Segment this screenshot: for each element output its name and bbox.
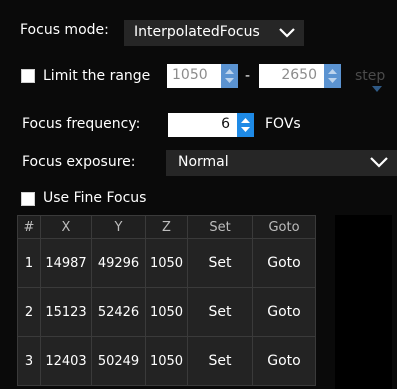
range-to-spinner[interactable]	[324, 64, 341, 88]
set-button[interactable]: Set	[187, 287, 253, 337]
fine-focus-label: Use Fine Focus	[43, 190, 147, 206]
goto-button[interactable]: Goto	[252, 238, 316, 288]
range-from-value: 1050	[172, 67, 208, 83]
table-row: 2 15123 52426 1050 Set Goto	[17, 287, 316, 337]
focus-exposure-label: Focus exposure:	[22, 154, 136, 170]
focus-settings-panel: Focus mode: InterpolatedFocus Limit the …	[0, 0, 397, 389]
column-header-y: Y	[91, 215, 146, 239]
limit-range-checkbox[interactable]	[21, 69, 35, 83]
table-row: 1 14987 49296 1050 Set Goto	[17, 238, 316, 288]
set-button[interactable]: Set	[187, 238, 253, 288]
range-from-input[interactable]: 1050	[167, 64, 238, 88]
column-header-z: Z	[145, 215, 188, 239]
goto-button[interactable]: Goto	[252, 287, 316, 337]
focus-mode-row: Focus mode: InterpolatedFocus	[0, 20, 397, 46]
chevron-down-icon	[279, 28, 295, 38]
table-empty-area	[335, 215, 392, 389]
row-index: 2	[17, 287, 41, 337]
cell-y: 52426	[91, 287, 146, 337]
range-to-input[interactable]: 2650	[259, 64, 341, 88]
focus-frequency-label: Focus frequency:	[22, 116, 141, 132]
cell-y: 49296	[91, 238, 146, 288]
row-index: 3	[17, 336, 41, 386]
fine-focus-row: Use Fine Focus	[0, 190, 397, 208]
range-separator: -	[245, 68, 251, 84]
focus-frequency-unit: FOVs	[265, 116, 301, 132]
focus-frequency-row: Focus frequency: 6 FOVs	[0, 113, 397, 137]
column-header-x: X	[40, 215, 92, 239]
spinner-arrows-icon	[241, 118, 250, 132]
set-button[interactable]: Set	[187, 336, 253, 386]
cell-z: 1050	[145, 238, 188, 288]
row-index: 1	[17, 238, 41, 288]
goto-button[interactable]: Goto	[252, 336, 316, 386]
fine-focus-checkbox[interactable]	[21, 192, 35, 206]
cell-y: 50249	[91, 336, 146, 386]
cell-x: 15123	[40, 287, 92, 337]
focus-exposure-row: Focus exposure: Normal	[0, 150, 397, 176]
focus-exposure-dropdown[interactable]: Normal	[166, 150, 397, 176]
focus-frequency-input[interactable]: 6	[168, 113, 254, 137]
column-header-goto: Goto	[252, 215, 316, 239]
spinner-arrows-icon	[225, 69, 234, 83]
range-to-value: 2650	[281, 67, 317, 83]
step-down-arrow-icon	[372, 86, 382, 92]
focus-frequency-value: 6	[221, 116, 230, 132]
cell-x: 14987	[40, 238, 92, 288]
chevron-down-icon	[370, 157, 388, 168]
step-button[interactable]: step	[355, 68, 385, 84]
spinner-arrows-icon	[328, 69, 337, 83]
limit-range-row: Limit the range 1050 - 2650 step	[0, 64, 397, 92]
limit-range-label: Limit the range	[43, 68, 151, 84]
cell-z: 1050	[145, 336, 188, 386]
range-from-spinner[interactable]	[221, 64, 238, 88]
table-header-row: # X Y Z Set Goto	[17, 215, 316, 239]
cell-z: 1050	[145, 287, 188, 337]
focus-mode-dropdown[interactable]: InterpolatedFocus	[124, 20, 304, 46]
focus-exposure-value: Normal	[178, 154, 229, 170]
focus-mode-label: Focus mode:	[20, 22, 109, 38]
column-header-index: #	[17, 215, 41, 239]
cell-x: 12403	[40, 336, 92, 386]
focus-points-table: # X Y Z Set Goto 1 14987 49296 1050 Set …	[17, 215, 316, 386]
focus-frequency-spinner[interactable]	[237, 113, 254, 137]
column-header-set: Set	[187, 215, 253, 239]
table-row: 3 12403 50249 1050 Set Goto	[17, 336, 316, 386]
focus-mode-value: InterpolatedFocus	[134, 24, 260, 40]
